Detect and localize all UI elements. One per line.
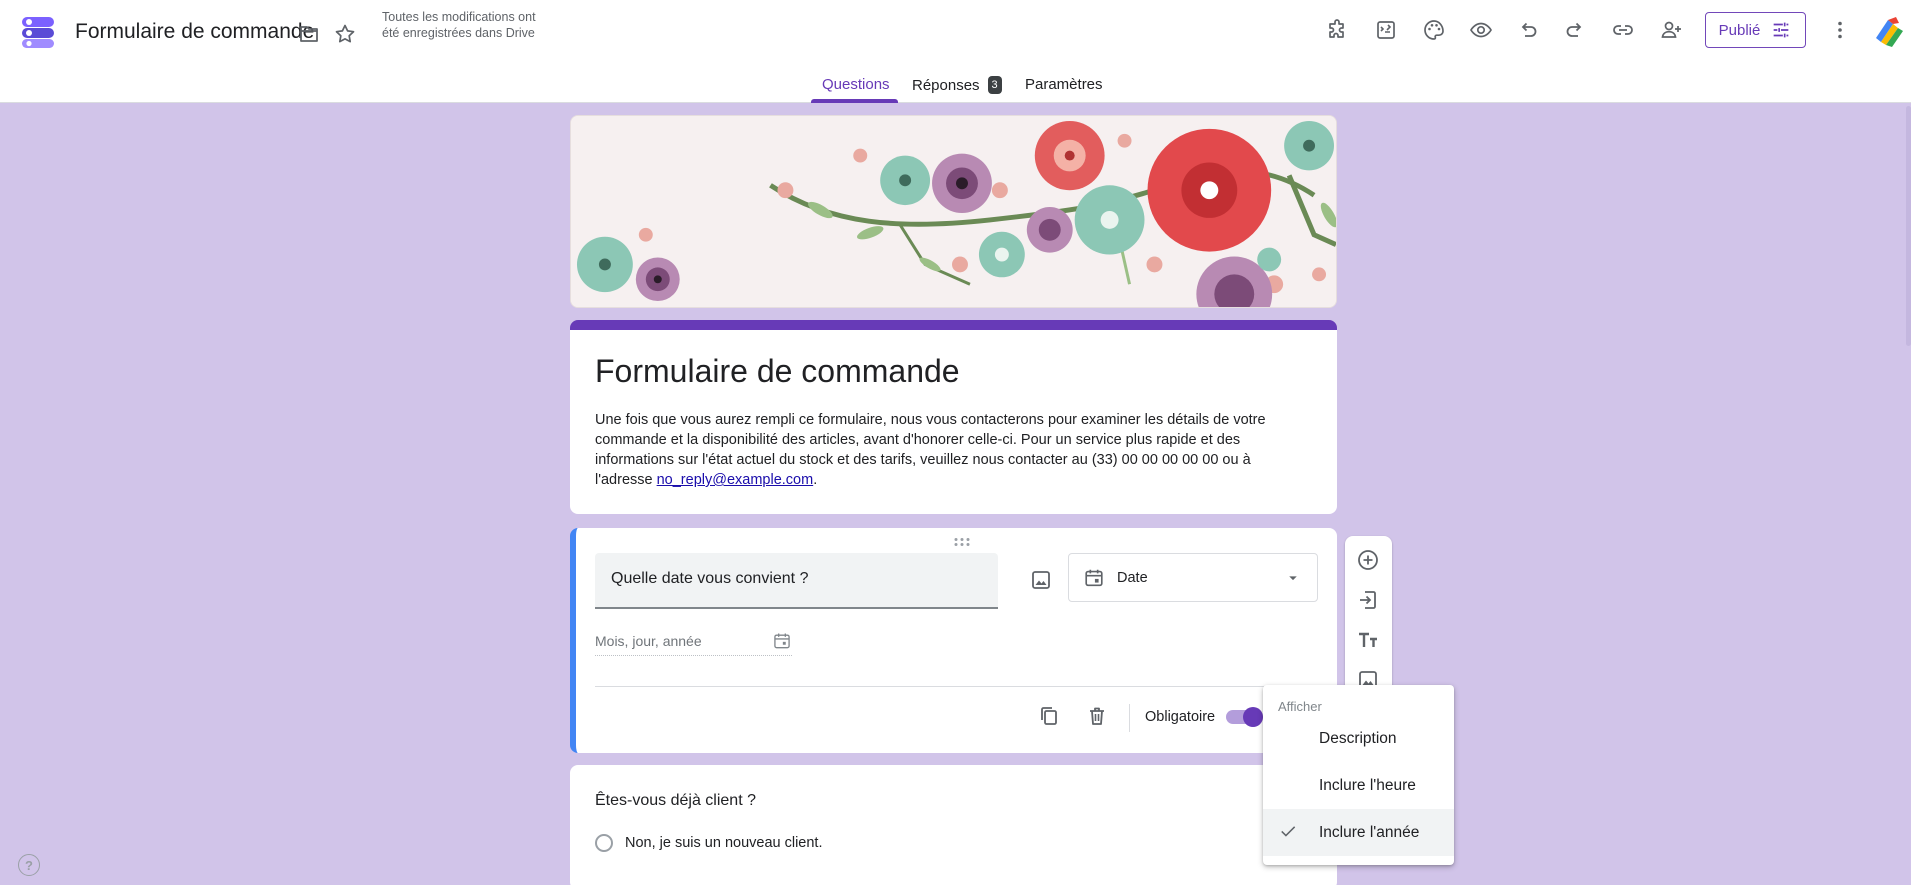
calendar-icon (774, 633, 790, 648)
import-questions-icon[interactable] (1352, 584, 1384, 616)
form-description-end: . (813, 472, 818, 488)
menu-item-label: Inclure l'heure (1319, 776, 1416, 794)
publish-button[interactable]: Publié (1705, 12, 1806, 48)
add-question-icon[interactable] (1352, 544, 1384, 576)
question-title: Êtes-vous déjà client ? (595, 792, 756, 809)
required-toggle[interactable] (1226, 707, 1263, 727)
addons-icon[interactable] (1318, 10, 1358, 50)
form-description[interactable]: Une fois que vous aurez rempli ce formul… (595, 410, 1295, 490)
forms-logo-icon[interactable] (20, 14, 56, 50)
side-toolbar (1345, 536, 1392, 696)
preview-icon[interactable] (1461, 10, 1501, 50)
menu-item-label: Inclure l'année (1319, 823, 1420, 841)
form-tabs: Questions Réponses 3 Paramètres (0, 70, 1911, 103)
question-type-label: Date (1117, 569, 1148, 586)
date-answer-field: Mois, jour, année (595, 626, 792, 656)
page-scrollbar[interactable] (1906, 106, 1911, 346)
required-label: Obligatoire (1145, 709, 1216, 725)
account-avatar[interactable] (1872, 14, 1906, 48)
question-type-select[interactable]: Date (1068, 553, 1318, 602)
redo-icon[interactable] (1555, 10, 1595, 50)
contact-email-link[interactable]: no_reply@example.com (657, 472, 814, 488)
calendar-icon (1085, 569, 1103, 586)
toggle-knob (1243, 707, 1263, 727)
tab-responses-label: Réponses (912, 77, 980, 94)
question-card[interactable]: Êtes-vous déjà client ? Non, je suis un … (570, 765, 1337, 885)
menu-item-include-time[interactable]: Inclure l'heure (1263, 762, 1454, 809)
responses-count-badge: 3 (987, 76, 1002, 94)
folder-icon[interactable] (289, 14, 329, 54)
star-icon[interactable] (325, 14, 365, 54)
menu-item-description[interactable]: Description (1263, 715, 1454, 762)
publish-label: Publié (1718, 21, 1761, 39)
duplicate-icon[interactable] (1033, 700, 1065, 732)
menu-item-include-year[interactable]: Inclure l'année (1263, 809, 1454, 856)
menu-header: Afficher (1278, 699, 1322, 714)
date-placeholder: Mois, jour, année (595, 632, 702, 649)
add-image-icon[interactable] (1025, 564, 1057, 596)
delete-icon[interactable] (1081, 700, 1113, 732)
show-options-menu: Afficher Description Inclure l'heure Inc… (1263, 685, 1454, 865)
tab-settings[interactable]: Paramètres (1025, 76, 1103, 93)
tab-responses[interactable]: Réponses 3 (912, 76, 1002, 94)
radio-button[interactable] (595, 834, 613, 852)
link-icon[interactable] (1603, 10, 1643, 50)
form-header-card[interactable]: Formulaire de commande Une fois que vous… (570, 320, 1337, 514)
header-banner-image (570, 115, 1337, 308)
help-icon[interactable]: ? (18, 854, 40, 876)
drag-handle-icon[interactable] (952, 534, 972, 546)
question-title-input[interactable]: Quelle date vous convient ? (595, 553, 998, 609)
tab-questions[interactable]: Questions (822, 76, 890, 93)
chevron-down-icon (1289, 575, 1297, 580)
radio-option-label: Non, je suis un nouveau client. (625, 835, 823, 851)
apps-script-icon[interactable] (1366, 10, 1406, 50)
form-title[interactable]: Formulaire de commande (595, 353, 960, 390)
menu-item-label: Description (1319, 729, 1397, 747)
palette-icon[interactable] (1414, 10, 1454, 50)
document-title[interactable]: Formulaire de commande (75, 20, 314, 44)
question-card-active[interactable]: Quelle date vous convient ? Date Mois, j… (570, 528, 1337, 753)
undo-icon[interactable] (1508, 10, 1548, 50)
add-title-icon[interactable] (1352, 624, 1384, 656)
add-person-icon[interactable] (1651, 10, 1691, 50)
top-bar: Formulaire de commande Toutes les modifi… (0, 0, 1911, 103)
active-tab-indicator (811, 99, 898, 103)
radio-option[interactable]: Non, je suis un nouveau client. (595, 834, 823, 852)
check-icon (1281, 826, 1296, 837)
footer-separator (1129, 704, 1130, 732)
question-footer-divider (595, 686, 1318, 687)
tune-icon (1774, 22, 1789, 38)
more-vert-icon[interactable] (1820, 10, 1860, 50)
save-status: Toutes les modifications ont été enregis… (382, 10, 536, 40)
